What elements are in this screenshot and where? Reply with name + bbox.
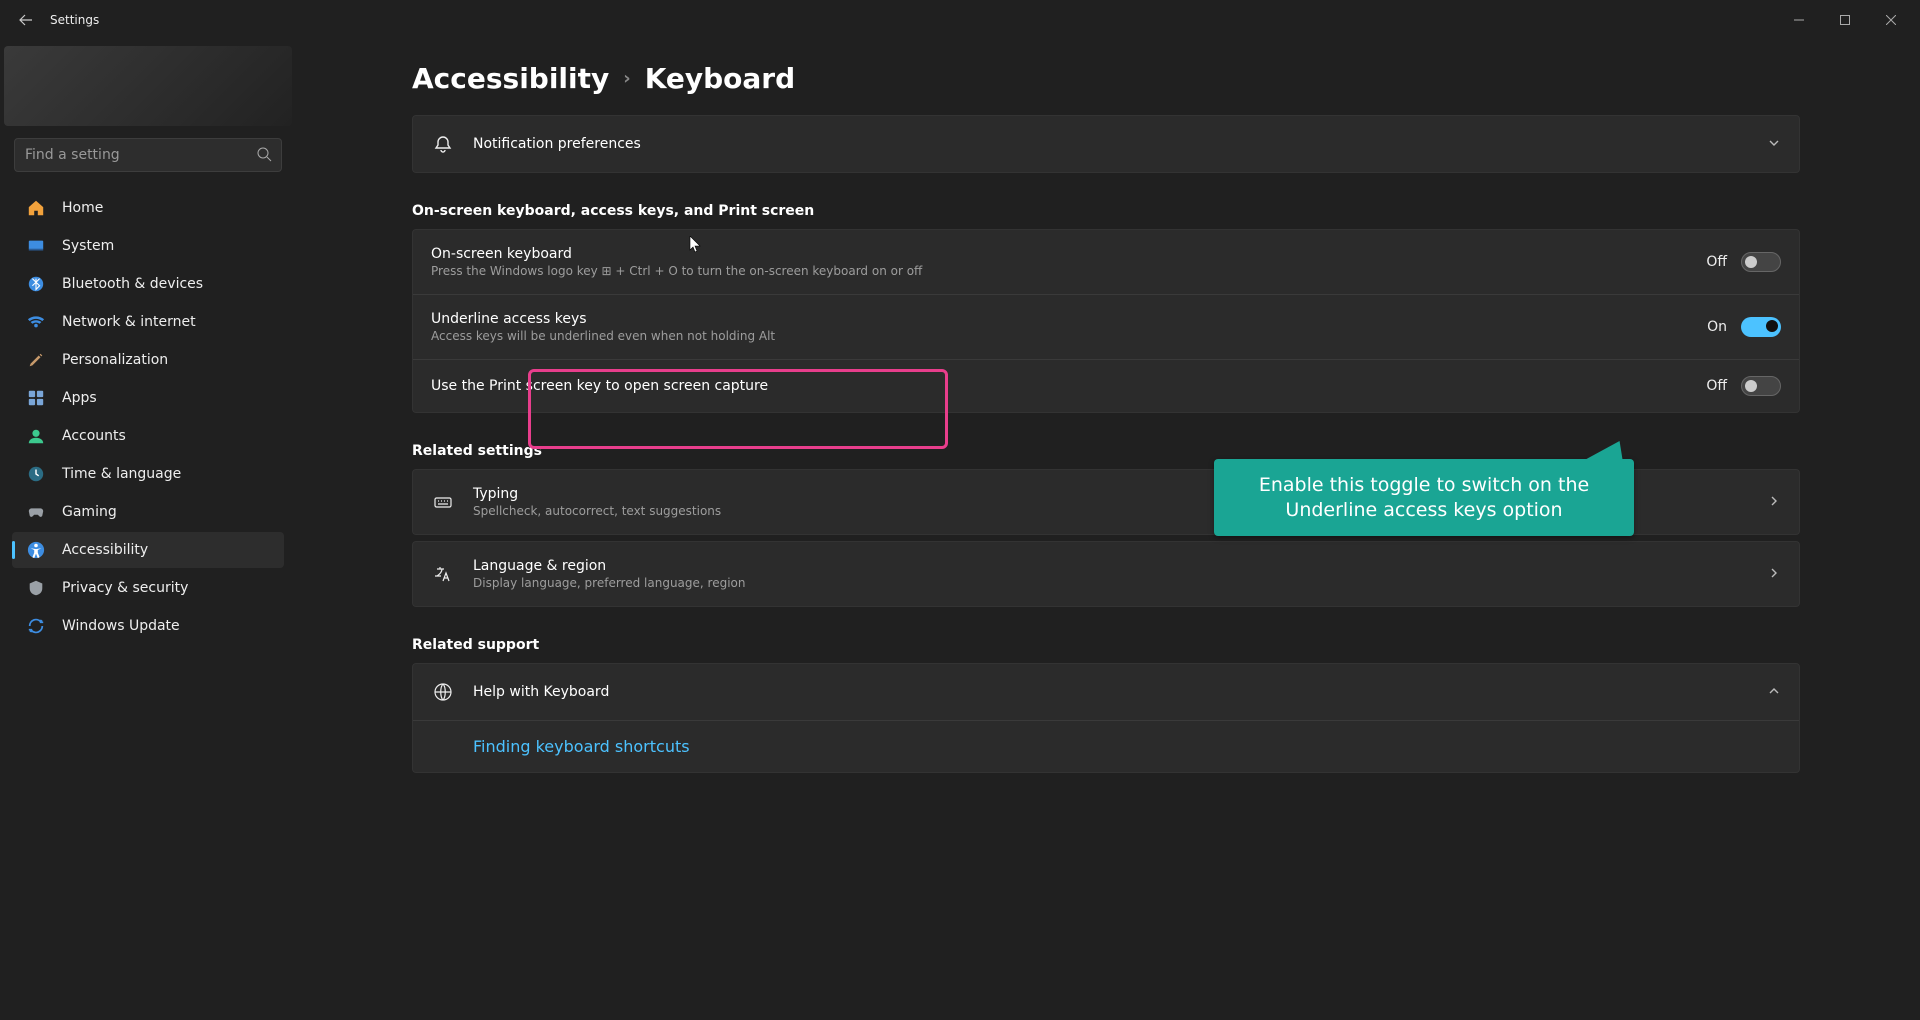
system-icon — [26, 236, 46, 256]
toggle-state-label: Off — [1706, 378, 1727, 394]
keyboard-icon — [431, 490, 455, 514]
search-input[interactable] — [14, 138, 282, 172]
back-button[interactable] — [6, 0, 46, 40]
person-icon — [26, 426, 46, 446]
sidebar-item-label: Accessibility — [62, 542, 148, 558]
update-icon — [26, 616, 46, 636]
toggle-print-screen[interactable] — [1741, 376, 1781, 396]
osk-group: On-screen keyboard Press the Windows log… — [412, 229, 1800, 413]
sidebar-item-label: Home — [62, 200, 103, 216]
chevron-right-icon: › — [623, 68, 630, 89]
sidebar-item-label: Gaming — [62, 504, 117, 520]
chevron-down-icon — [1767, 135, 1781, 154]
row-underline-access-keys: Underline access keys Access keys will b… — [413, 294, 1799, 359]
toggle-state-label: On — [1707, 319, 1727, 335]
row-subtitle: Access keys will be underlined even when… — [431, 329, 1689, 343]
chevron-right-icon — [1767, 493, 1781, 512]
row-title: On-screen keyboard — [431, 246, 1688, 262]
sidebar-item-windowsupdate[interactable]: Windows Update — [12, 608, 284, 644]
sidebar-item-apps[interactable]: Apps — [12, 380, 284, 416]
row-help-link[interactable]: Finding keyboard shortcuts — [413, 720, 1799, 772]
sidebar-item-network[interactable]: Network & internet — [12, 304, 284, 340]
wifi-icon — [26, 312, 46, 332]
close-button[interactable] — [1868, 4, 1914, 36]
clock-icon — [26, 464, 46, 484]
sidebar-item-label: System — [62, 238, 114, 254]
row-onscreen-keyboard: On-screen keyboard Press the Windows log… — [413, 230, 1799, 294]
breadcrumb-current: Keyboard — [645, 62, 795, 95]
callout-text: Enable this toggle to switch on the Unde… — [1259, 474, 1589, 521]
sidebar-item-time[interactable]: Time & language — [12, 456, 284, 492]
titlebar: Settings — [0, 0, 1920, 40]
row-subtitle: Press the Windows logo key ⊞ + Ctrl + O … — [431, 264, 1688, 278]
accessibility-icon — [26, 540, 46, 560]
support-group: Help with Keyboard Finding keyboard shor… — [412, 663, 1800, 773]
row-help-keyboard[interactable]: Help with Keyboard — [413, 664, 1799, 720]
brush-icon — [26, 350, 46, 370]
sidebar-item-personalization[interactable]: Personalization — [12, 342, 284, 378]
row-title: Language & region — [473, 558, 1749, 574]
shield-icon — [26, 578, 46, 598]
language-icon — [431, 562, 455, 586]
sidebar-item-home[interactable]: Home — [12, 190, 284, 226]
section-heading-osk: On-screen keyboard, access keys, and Pri… — [412, 203, 1800, 219]
gamepad-icon — [26, 502, 46, 522]
sidebar-item-label: Privacy & security — [62, 580, 188, 596]
annotation-callout: Enable this toggle to switch on the Unde… — [1214, 459, 1634, 536]
account-banner[interactable] — [4, 46, 292, 126]
toggle-onscreen-keyboard[interactable] — [1741, 252, 1781, 272]
sidebar-item-accessibility[interactable]: Accessibility — [12, 532, 284, 568]
row-title: Underline access keys — [431, 311, 1689, 327]
sidebar-item-bluetooth[interactable]: Bluetooth & devices — [12, 266, 284, 302]
bluetooth-icon — [26, 274, 46, 294]
sidebar-item-label: Bluetooth & devices — [62, 276, 203, 292]
row-title: Use the Print screen key to open screen … — [431, 378, 1688, 394]
section-heading-related-support: Related support — [412, 637, 1800, 653]
sidebar-item-accounts[interactable]: Accounts — [12, 418, 284, 454]
row-subtitle: Display language, preferred language, re… — [473, 576, 1749, 590]
sidebar-item-gaming[interactable]: Gaming — [12, 494, 284, 530]
minimize-button[interactable] — [1776, 4, 1822, 36]
search-icon — [256, 146, 272, 166]
row-language-region[interactable]: Language & region Display language, pref… — [412, 541, 1800, 607]
main-content: Accessibility › Keyboard Notification pr… — [300, 40, 1920, 1020]
breadcrumb-parent[interactable]: Accessibility — [412, 62, 609, 95]
sidebar-item-system[interactable]: System — [12, 228, 284, 264]
notification-preferences-row[interactable]: Notification preferences — [412, 115, 1800, 173]
sidebar-item-label: Windows Update — [62, 618, 180, 634]
help-link[interactable]: Finding keyboard shortcuts — [473, 737, 690, 756]
chevron-right-icon — [1767, 565, 1781, 584]
sidebar-item-label: Time & language — [62, 466, 181, 482]
home-icon — [26, 198, 46, 218]
bell-icon — [431, 132, 455, 156]
toggle-underline-access-keys[interactable] — [1741, 317, 1781, 337]
sidebar: Home System Bluetooth & devices Network … — [0, 40, 300, 1020]
sidebar-item-label: Apps — [62, 390, 97, 406]
chevron-up-icon — [1767, 683, 1781, 702]
row-title: Help with Keyboard — [473, 684, 1749, 700]
breadcrumb: Accessibility › Keyboard — [412, 62, 1800, 95]
row-print-screen: Use the Print screen key to open screen … — [413, 359, 1799, 412]
toggle-state-label: Off — [1706, 254, 1727, 270]
window-title: Settings — [50, 13, 99, 27]
sidebar-item-label: Network & internet — [62, 314, 196, 330]
sidebar-item-label: Personalization — [62, 352, 168, 368]
globe-icon — [431, 680, 455, 704]
maximize-button[interactable] — [1822, 4, 1868, 36]
row-title: Notification preferences — [473, 136, 1749, 152]
sidebar-item-privacy[interactable]: Privacy & security — [12, 570, 284, 606]
apps-icon — [26, 388, 46, 408]
sidebar-item-label: Accounts — [62, 428, 126, 444]
